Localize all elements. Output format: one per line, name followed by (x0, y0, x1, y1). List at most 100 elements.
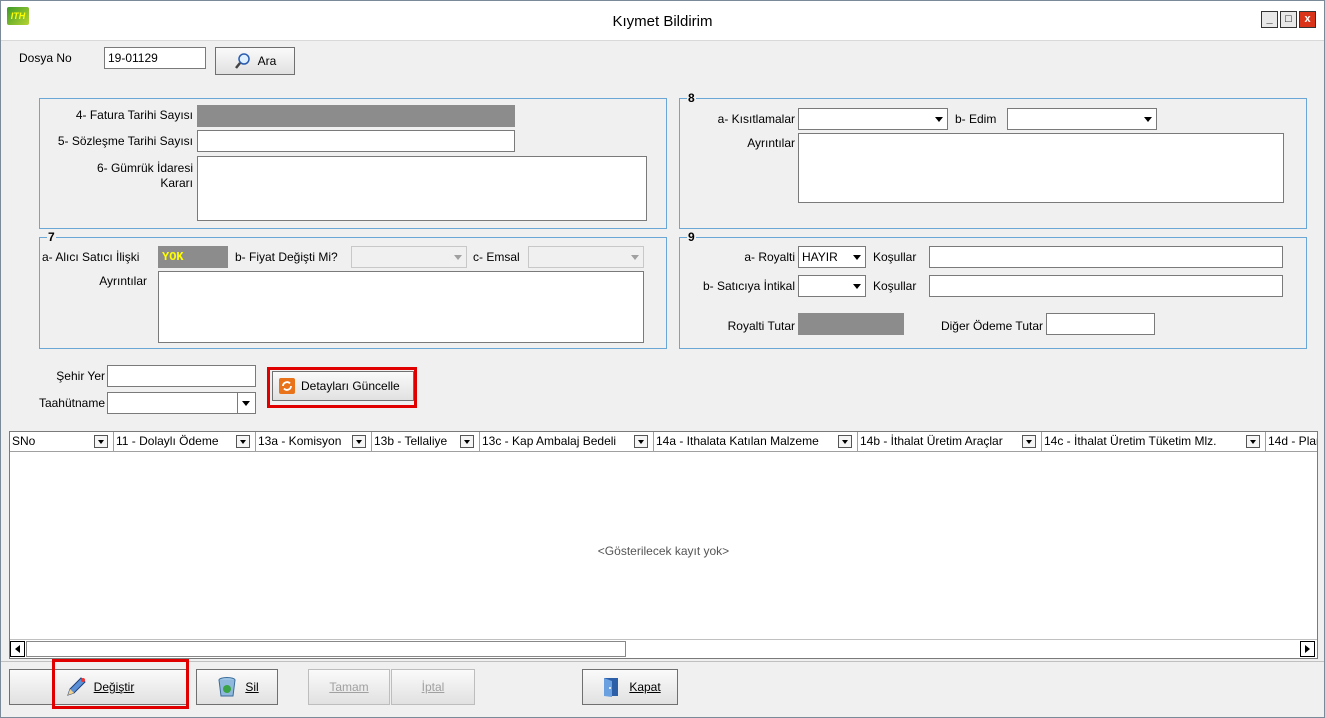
close-icon[interactable]: x (1299, 11, 1316, 28)
edim-select[interactable] (1007, 108, 1157, 130)
edim-label: b- Edim (955, 112, 997, 126)
gumruk-textarea[interactable] (197, 156, 647, 221)
taahhutname-label: Taahütname (38, 396, 105, 410)
sozlesme-field[interactable] (197, 130, 515, 152)
chevron-down-icon[interactable] (94, 435, 108, 448)
highlight-detaylar (267, 367, 417, 408)
chevron-down-icon (853, 255, 861, 260)
col-tuketim-mlz[interactable]: 14c - İthalat Üretim Tüketim Mlz. (1042, 432, 1266, 451)
col-label: 13b - Tellaliye (374, 434, 448, 448)
gumruk-label-line2: Kararı (160, 176, 193, 190)
chevron-down-icon[interactable] (1246, 435, 1260, 448)
diger-odeme-field[interactable] (1046, 313, 1155, 335)
alici-field[interactable]: YOK (158, 246, 228, 268)
chevron-down-icon[interactable] (460, 435, 474, 448)
kosullar1-label: Koşullar (873, 250, 917, 264)
chevron-down-icon[interactable] (352, 435, 366, 448)
ayrintilar8-textarea[interactable] (798, 133, 1284, 203)
iptal-button[interactable]: İptal (391, 669, 475, 705)
kosullar2-field[interactable] (929, 275, 1283, 297)
group-9-number: 9 (687, 230, 696, 244)
iptal-label: İptal (421, 680, 445, 694)
col-tellaliye[interactable]: 13b - Tellaliye (372, 432, 480, 451)
col-label: 14c - İthalat Üretim Tüketim Mlz. (1044, 434, 1217, 448)
col-komisyon[interactable]: 13a - Komisyon (256, 432, 372, 451)
details-grid[interactable]: SNo 11 - Dolaylı Ödeme 13a - Komisyon 13… (9, 431, 1318, 659)
scroll-thumb[interactable] (26, 641, 626, 657)
chevron-down-icon (242, 401, 250, 406)
kapat-button[interactable]: Kapat (582, 669, 678, 705)
royalti-select[interactable]: HAYIR (798, 246, 866, 268)
col-sno[interactable]: SNo (10, 432, 114, 451)
chevron-down-icon (853, 284, 861, 289)
col-plan[interactable]: 14d - Plan (1266, 432, 1317, 451)
col-dolayli-odeme[interactable]: 11 - Dolaylı Ödeme (114, 432, 256, 451)
chevron-down-icon[interactable] (1022, 435, 1036, 448)
col-sno-label: SNo (12, 434, 36, 448)
exit-door-icon (604, 678, 619, 697)
kiymet-bildirim-window: ITH Kıymet Bildirim _ □ x Dosya No 19-01… (0, 0, 1325, 718)
col-label: 14a - Ithalata Katılan Malzeme (656, 434, 819, 448)
chevron-down-icon (1144, 117, 1152, 122)
sil-button[interactable]: Sil (196, 669, 278, 705)
ara-button-label: Ara (257, 54, 277, 68)
royalti-tutar-label: Royalti Tutar (727, 319, 795, 333)
kosullar2-label: Koşullar (873, 279, 917, 293)
taahhutname-select[interactable] (107, 392, 256, 414)
saticiya-label: b- Satıcıya İntikal (702, 279, 795, 293)
scroll-left-icon[interactable] (10, 641, 25, 657)
col-uretim-araclar[interactable]: 14b - İthalat Üretim Araçlar (858, 432, 1042, 451)
fatura-field[interactable] (197, 105, 515, 127)
col-label: 13a - Komisyon (258, 434, 342, 448)
tamam-button[interactable]: Tamam (308, 669, 390, 705)
alici-label: a- Alıcı Satıcı İlişki (42, 250, 140, 264)
kapat-label: Kapat (629, 680, 661, 694)
emsal-select[interactable] (528, 246, 644, 268)
sehir-label: Şehir Yer (56, 369, 105, 383)
sehir-field[interactable] (107, 365, 256, 387)
fiyat-select[interactable] (351, 246, 467, 268)
dosya-no-input[interactable]: 19-01129 (104, 47, 206, 69)
empty-message: <Gösterilecek kayıt yok> (597, 544, 730, 558)
ayrintilar7-textarea[interactable] (158, 271, 644, 343)
magnifier-icon (234, 53, 250, 69)
scroll-right-icon[interactable] (1300, 641, 1315, 657)
gumruk-label-line1: 6- Gümrük İdaresi (96, 161, 193, 175)
col-label: 14b - İthalat Üretim Araçlar (860, 434, 1003, 448)
fiyat-label: b- Fiyat Değişti Mi? (235, 250, 338, 264)
sil-label: Sil (245, 680, 259, 694)
group-8-number: 8 (687, 91, 696, 105)
col-label: 13c - Kap Ambalaj Bedeli (482, 434, 617, 448)
emsal-label: c- Emsal (473, 250, 520, 264)
kosullar1-field[interactable] (929, 246, 1283, 268)
chevron-down-icon[interactable] (634, 435, 648, 448)
grid-header: SNo 11 - Dolaylı Ödeme 13a - Komisyon 13… (10, 432, 1317, 452)
col-label: 11 - Dolaylı Ödeme (116, 434, 219, 448)
highlight-degistir (52, 659, 189, 709)
ayrintilar8-label: Ayrıntılar (747, 136, 795, 150)
ara-button[interactable]: Ara (215, 47, 295, 75)
recycle-bin-icon (218, 677, 236, 697)
col-ithalata-katilan[interactable]: 14a - Ithalata Katılan Malzeme (654, 432, 858, 451)
chevron-down-icon[interactable] (236, 435, 250, 448)
saticiya-select[interactable] (798, 275, 866, 297)
kisitlamalar-select[interactable] (798, 108, 948, 130)
bottom-toolbar: Değiştir Sil Tamam İptal Kapat (1, 659, 1324, 711)
dosya-no-label: Dosya No (19, 51, 72, 65)
title-bar: ITH Kıymet Bildirim _ □ x (1, 1, 1324, 41)
maximize-icon[interactable]: □ (1280, 11, 1297, 28)
col-label: 14d - Plan (1268, 434, 1317, 448)
royalti-value: HAYIR (802, 250, 838, 264)
diger-odeme-label: Diğer Ödeme Tutar (940, 319, 1043, 333)
sozlesme-label: 5- Sözleşme Tarihi Sayısı (57, 134, 193, 148)
chevron-down-icon (935, 117, 943, 122)
chevron-down-icon (454, 255, 462, 260)
group-7-number: 7 (47, 230, 56, 244)
kisitlamalar-label: a- Kısıtlamalar (717, 112, 795, 126)
chevron-down-icon[interactable] (838, 435, 852, 448)
window-title: Kıymet Bildirim (612, 13, 713, 30)
col-kap-ambalaj[interactable]: 13c - Kap Ambalaj Bedeli (480, 432, 654, 451)
horizontal-scrollbar[interactable] (10, 639, 1317, 658)
royalti-tutar-field[interactable] (798, 313, 904, 335)
minimize-icon[interactable]: _ (1261, 11, 1278, 28)
